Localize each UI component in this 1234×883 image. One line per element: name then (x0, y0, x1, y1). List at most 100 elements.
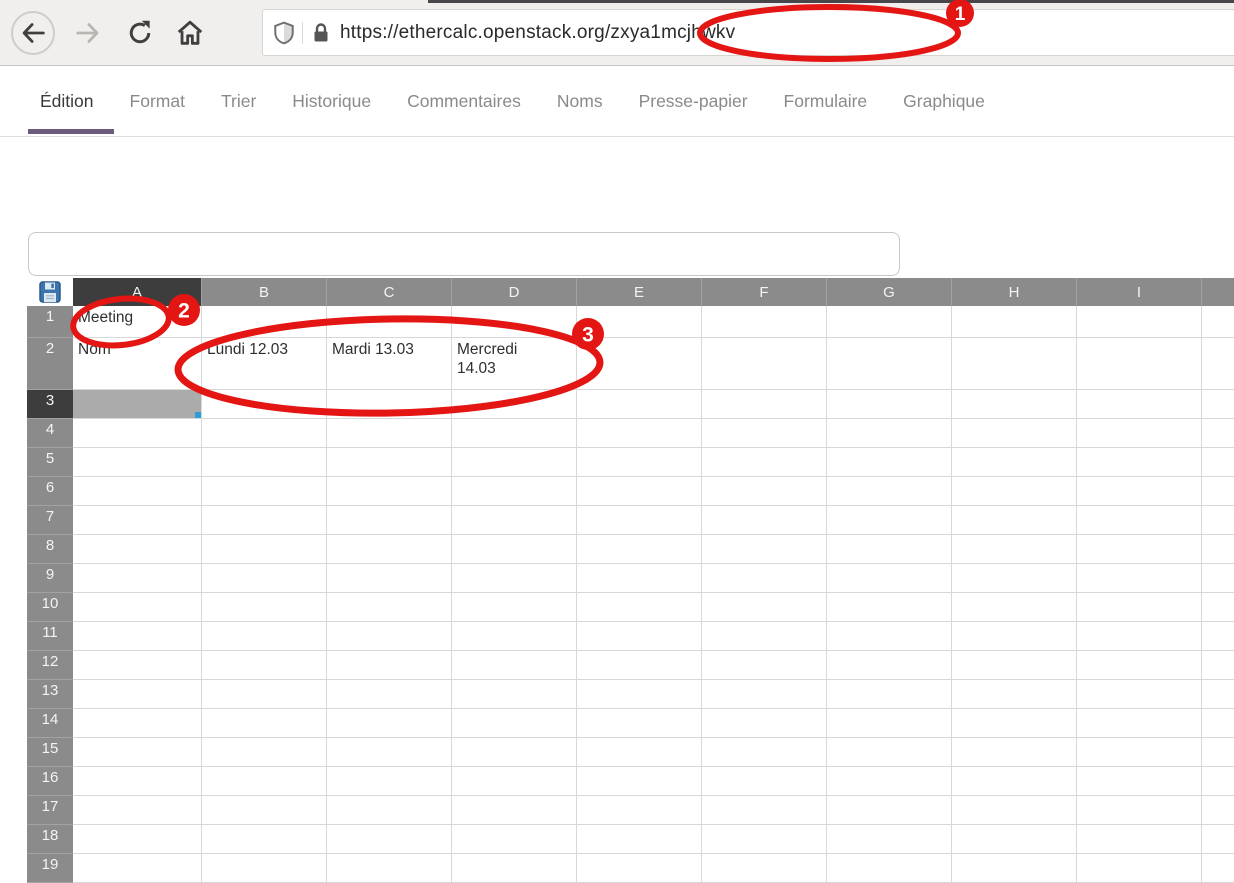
cell-C8[interactable] (327, 535, 452, 564)
cell-F13[interactable] (702, 680, 827, 709)
cell-A17[interactable] (73, 796, 202, 825)
cell-A11[interactable] (73, 622, 202, 651)
cell-E17[interactable] (577, 796, 702, 825)
cell-D6[interactable] (452, 477, 577, 506)
cell-I8[interactable] (1077, 535, 1202, 564)
cell-B13[interactable] (202, 680, 327, 709)
cell-G14[interactable] (827, 709, 952, 738)
cell-B12[interactable] (202, 651, 327, 680)
cell-C5[interactable] (327, 448, 452, 477)
cell-C12[interactable] (327, 651, 452, 680)
back-button[interactable] (11, 11, 55, 55)
cell-F16[interactable] (702, 767, 827, 796)
cell-C18[interactable] (327, 825, 452, 854)
cell-A13[interactable] (73, 680, 202, 709)
fill-handle[interactable] (195, 412, 202, 419)
cell-B6[interactable] (202, 477, 327, 506)
row-header-19[interactable]: 19 (27, 854, 73, 883)
menu-formulaire[interactable]: Formulaire (784, 91, 868, 112)
menu-edition[interactable]: Édition (40, 91, 94, 112)
cell-C9[interactable] (327, 564, 452, 593)
cell-A2[interactable]: Nom (73, 338, 202, 390)
cell-A5[interactable] (73, 448, 202, 477)
cell-D13[interactable] (452, 680, 577, 709)
cell-I13[interactable] (1077, 680, 1202, 709)
cell-D18[interactable] (452, 825, 577, 854)
row-header-8[interactable]: 8 (27, 535, 73, 564)
row-header-1[interactable]: 1 (27, 306, 73, 338)
cell-B7[interactable] (202, 506, 327, 535)
cell-C7[interactable] (327, 506, 452, 535)
cell-E5[interactable] (577, 448, 702, 477)
cell-G8[interactable] (827, 535, 952, 564)
cell-F10[interactable] (702, 593, 827, 622)
cell-G7[interactable] (827, 506, 952, 535)
cell-I18[interactable] (1077, 825, 1202, 854)
cell-C13[interactable] (327, 680, 452, 709)
cell-G3[interactable] (827, 390, 952, 419)
cell-I10[interactable] (1077, 593, 1202, 622)
cell-B15[interactable] (202, 738, 327, 767)
cell-F7[interactable] (702, 506, 827, 535)
cell-C3[interactable] (327, 390, 452, 419)
row-header-15[interactable]: 15 (27, 738, 73, 767)
cell-G5[interactable] (827, 448, 952, 477)
cell-A18[interactable] (73, 825, 202, 854)
cell-H15[interactable] (952, 738, 1077, 767)
cell-F15[interactable] (702, 738, 827, 767)
menu-format[interactable]: Format (130, 91, 185, 112)
row-header-10[interactable]: 10 (27, 593, 73, 622)
cell-B4[interactable] (202, 419, 327, 448)
cell-B17[interactable] (202, 796, 327, 825)
formula-input[interactable] (28, 232, 900, 276)
menu-trier[interactable]: Trier (221, 91, 256, 112)
cell-G15[interactable] (827, 738, 952, 767)
cell-G11[interactable] (827, 622, 952, 651)
cell-H14[interactable] (952, 709, 1077, 738)
cell-C17[interactable] (327, 796, 452, 825)
row-header-14[interactable]: 14 (27, 709, 73, 738)
cell-F17[interactable] (702, 796, 827, 825)
cell-G6[interactable] (827, 477, 952, 506)
cell-E11[interactable] (577, 622, 702, 651)
row-header-16[interactable]: 16 (27, 767, 73, 796)
cell-C6[interactable] (327, 477, 452, 506)
cell-E10[interactable] (577, 593, 702, 622)
cell-A8[interactable] (73, 535, 202, 564)
cell-B2[interactable]: Lundi 12.03 (202, 338, 327, 390)
row-header-9[interactable]: 9 (27, 564, 73, 593)
cell-E18[interactable] (577, 825, 702, 854)
cell-E7[interactable] (577, 506, 702, 535)
home-button[interactable] (168, 11, 212, 55)
cell-I1[interactable] (1077, 306, 1202, 338)
cell-I15[interactable] (1077, 738, 1202, 767)
row-header-7[interactable]: 7 (27, 506, 73, 535)
cell-E15[interactable] (577, 738, 702, 767)
cell-G16[interactable] (827, 767, 952, 796)
cell-I16[interactable] (1077, 767, 1202, 796)
cell-B14[interactable] (202, 709, 327, 738)
cell-A6[interactable] (73, 477, 202, 506)
cell-C15[interactable] (327, 738, 452, 767)
cell-B8[interactable] (202, 535, 327, 564)
row-header-11[interactable]: 11 (27, 622, 73, 651)
cell-H16[interactable] (952, 767, 1077, 796)
cell-A14[interactable] (73, 709, 202, 738)
cell-C1[interactable] (327, 306, 452, 338)
cell-F12[interactable] (702, 651, 827, 680)
cell-B3[interactable] (202, 390, 327, 419)
row-header-4[interactable]: 4 (27, 419, 73, 448)
reload-button[interactable] (118, 11, 162, 55)
cell-A1[interactable]: Meeting (73, 306, 202, 338)
cell-D3[interactable] (452, 390, 577, 419)
cell-D1[interactable] (452, 306, 577, 338)
cell-E1[interactable] (577, 306, 702, 338)
cell-H7[interactable] (952, 506, 1077, 535)
cell-I12[interactable] (1077, 651, 1202, 680)
cell-H4[interactable] (952, 419, 1077, 448)
cell-H2[interactable] (952, 338, 1077, 390)
cell-I2[interactable] (1077, 338, 1202, 390)
row-header-3[interactable]: 3 (27, 390, 73, 419)
cell-D11[interactable] (452, 622, 577, 651)
cell-G2[interactable] (827, 338, 952, 390)
